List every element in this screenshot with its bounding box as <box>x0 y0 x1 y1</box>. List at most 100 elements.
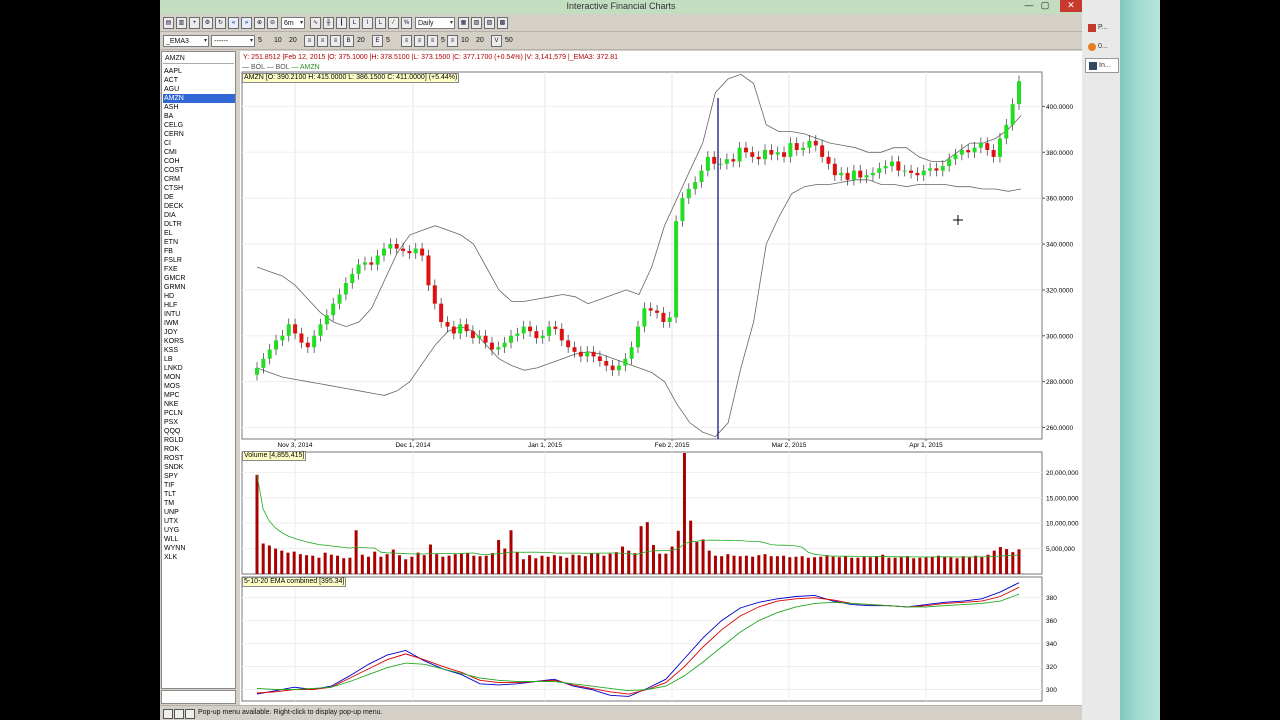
symbol-item[interactable]: MOS <box>163 382 235 391</box>
settings-icon[interactable]: ⚙ <box>202 17 213 29</box>
symbol-item[interactable]: CERN <box>163 130 235 139</box>
symbol-item[interactable]: NKE <box>163 400 235 409</box>
ema-period-3[interactable]: 20 <box>288 35 298 47</box>
symbol-item[interactable]: ETN <box>163 238 235 247</box>
minimize-button[interactable]: — <box>1022 0 1036 12</box>
symbol-item[interactable]: JOY <box>163 328 235 337</box>
maximize-button[interactable]: ▢ <box>1038 0 1052 12</box>
indicator-select[interactable]: _EMA3 ▾ <box>163 35 209 47</box>
symbol-item[interactable]: QQQ <box>163 427 235 436</box>
symbol-item[interactable]: LNKD <box>163 364 235 373</box>
print-icon[interactable]: ▥ <box>176 17 187 29</box>
bollinger-period[interactable]: 20 <box>356 35 366 47</box>
ema-period-2[interactable]: 10 <box>273 35 283 47</box>
ema-period[interactable]: 5 <box>385 35 391 47</box>
symbol-item[interactable]: TIF <box>163 481 235 490</box>
symbol-item[interactable]: TM <box>163 499 235 508</box>
refresh-icon[interactable]: ↻ <box>215 17 226 29</box>
taskbar-item-active[interactable]: In... <box>1085 58 1119 73</box>
chart-svg[interactable]: 260.0000 280.0000 300.0000 320.0000 340.0000… <box>240 51 1082 705</box>
log-scale-icon[interactable]: l <box>362 17 373 29</box>
symbol-item[interactable]: ROST <box>163 454 235 463</box>
symbol-item[interactable]: PSX <box>163 418 235 427</box>
grid-icon[interactable]: ▦ <box>458 17 469 29</box>
period-select[interactable]: 6m ▾ <box>281 17 305 29</box>
symbol-item[interactable]: ACT <box>163 76 235 85</box>
symbol-item[interactable]: SPY <box>163 472 235 481</box>
symbol-item[interactable]: CMI <box>163 148 235 157</box>
status-icon[interactable] <box>163 709 173 719</box>
percent-icon[interactable]: % <box>401 17 412 29</box>
symbol-item[interactable]: IWM <box>163 319 235 328</box>
zoom-in-icon[interactable]: ⊕ <box>254 17 265 29</box>
symbol-item[interactable]: COST <box>163 166 235 175</box>
layout-icon[interactable]: ▧ <box>471 17 482 29</box>
indicator-button[interactable]: ≡ <box>401 35 412 47</box>
symbol-item[interactable]: SNDK <box>163 463 235 472</box>
symbol-input-box[interactable] <box>161 690 236 704</box>
symbol-item[interactable]: PCLN <box>163 409 235 418</box>
symbol-item[interactable]: HD <box>163 292 235 301</box>
symbol-item[interactable]: MPC <box>163 391 235 400</box>
candlestick-icon[interactable]: ┃ <box>336 17 347 29</box>
symbol-item[interactable]: UNP <box>163 508 235 517</box>
table-icon[interactable]: ▩ <box>497 17 508 29</box>
ema-period-1[interactable]: 5 <box>257 35 263 47</box>
symbol-item[interactable]: CELG <box>163 121 235 130</box>
symbol-item[interactable]: AGU <box>163 85 235 94</box>
symbol-item[interactable]: WYNN <box>163 544 235 553</box>
symbol-item[interactable]: FSLR <box>163 256 235 265</box>
indicator-button[interactable]: ≡ <box>414 35 425 47</box>
symbol-item[interactable]: LB <box>163 355 235 364</box>
symbol-item[interactable]: DIA <box>163 211 235 220</box>
symbol-item[interactable]: FB <box>163 247 235 256</box>
symbol-input[interactable]: AMZN <box>163 53 234 64</box>
symbol-item[interactable]: ROK <box>163 445 235 454</box>
symbol-item[interactable]: EL <box>163 229 235 238</box>
indicator-button[interactable]: ≡ <box>447 35 458 47</box>
symbol-item[interactable]: UTX <box>163 517 235 526</box>
split-icon[interactable]: ▨ <box>484 17 495 29</box>
symbol-item[interactable]: DECK <box>163 202 235 211</box>
linear-scale-icon[interactable]: L <box>349 17 360 29</box>
chart-area[interactable]: Y: 251.8512 |Feb 12, 2015 |O: 375.1000 |… <box>240 51 1082 705</box>
symbol-item[interactable]: INTU <box>163 310 235 319</box>
line-chart-icon[interactable]: ∿ <box>310 17 321 29</box>
crosshair-icon[interactable]: + <box>189 17 200 29</box>
symbol-item[interactable]: MON <box>163 373 235 382</box>
bollinger-button[interactable]: B <box>343 35 354 47</box>
status-icon[interactable] <box>185 709 195 719</box>
bar-chart-icon[interactable]: ╫ <box>323 17 334 29</box>
zoom-out-icon[interactable]: ⊖ <box>267 17 278 29</box>
volume-period[interactable]: 50 <box>504 35 514 47</box>
symbol-item[interactable]: CTSH <box>163 184 235 193</box>
symbol-item[interactable]: XLK <box>163 553 235 562</box>
indicator-button[interactable]: ≡ <box>304 35 315 47</box>
indicator-button[interactable]: ≡ <box>427 35 438 47</box>
symbol-item[interactable]: HLF <box>163 301 235 310</box>
symbol-item[interactable]: FXE <box>163 265 235 274</box>
symbol-item[interactable]: BA <box>163 112 235 121</box>
taskbar-item[interactable]: P... <box>1085 20 1119 35</box>
symbol-item[interactable]: CI <box>163 139 235 148</box>
symbol-item[interactable]: RGLD <box>163 436 235 445</box>
line-icon[interactable]: L <box>375 17 386 29</box>
taskbar-item[interactable]: 0... <box>1085 39 1119 54</box>
symbol-item[interactable]: DLTR <box>163 220 235 229</box>
indicator-button[interactable]: ≡ <box>330 35 341 47</box>
symbol-item[interactable]: UYG <box>163 526 235 535</box>
indicator-period-2[interactable]: 10 <box>460 35 470 47</box>
ema-button[interactable]: E <box>372 35 383 47</box>
symbol-item[interactable]: GMCR <box>163 274 235 283</box>
symbol-item[interactable]: ASH <box>163 103 235 112</box>
status-icon[interactable] <box>174 709 184 719</box>
line-style-select[interactable]: ------ ▾ <box>211 35 255 47</box>
open-icon[interactable]: ▤ <box>163 17 174 29</box>
symbol-item[interactable]: DE <box>163 193 235 202</box>
symbol-item[interactable]: GRMN <box>163 283 235 292</box>
indicator-period-3[interactable]: 20 <box>475 35 485 47</box>
symbol-item[interactable]: KORS <box>163 337 235 346</box>
title-bar[interactable]: Interactive Financial Charts — ▢ ✕ <box>160 0 1082 14</box>
scroll-right-icon[interactable]: » <box>241 17 252 29</box>
symbol-item[interactable]: KSS <box>163 346 235 355</box>
